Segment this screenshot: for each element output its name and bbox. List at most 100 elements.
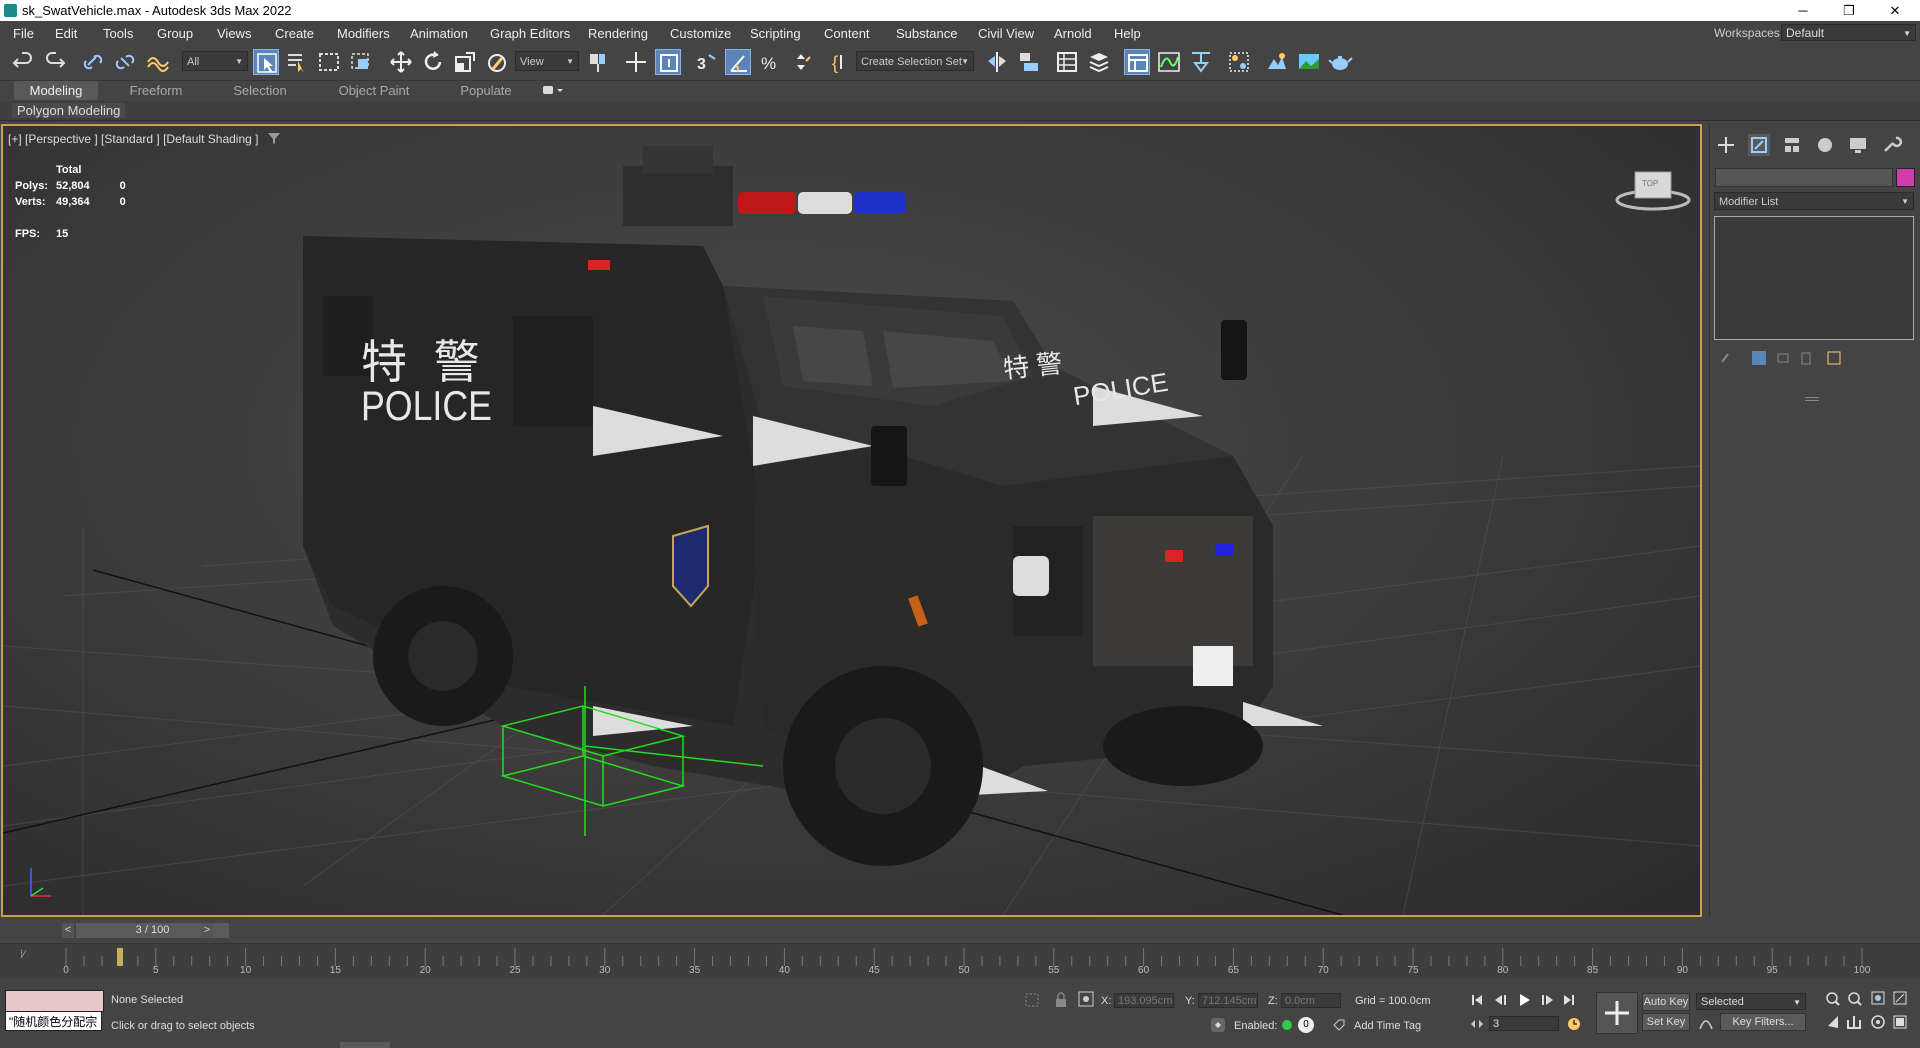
redo-button[interactable] — [42, 49, 68, 75]
default-tangent-button[interactable] — [1698, 1015, 1714, 1031]
time-config-button[interactable] — [1566, 1016, 1582, 1032]
menu-arnold[interactable]: Arnold — [1054, 26, 1092, 41]
link-button[interactable] — [80, 49, 106, 75]
selection-lock-button[interactable] — [1054, 992, 1068, 1008]
mirror-button[interactable] — [984, 49, 1010, 75]
track-bar[interactable]: ⁞∕ 0 5 10 15 20 25 30 35 40 45 50 55 60 65 70 75 80 85 90 9… — [0, 943, 1920, 979]
scene-explorer-button[interactable] — [1054, 49, 1080, 75]
menu-scripting[interactable]: Scripting — [750, 26, 801, 41]
rect-selection-button[interactable] — [316, 49, 342, 75]
close-button[interactable]: ✕ — [1872, 0, 1918, 21]
viewcube[interactable]: TOP — [1613, 164, 1693, 214]
object-name-field[interactable] — [1715, 168, 1893, 187]
key-mode-toggle[interactable] — [1470, 1017, 1484, 1031]
select-manipulate-button[interactable] — [623, 49, 649, 75]
time-tag-toggle[interactable] — [1210, 1017, 1226, 1033]
tab-modeling[interactable]: Modeling — [14, 81, 98, 100]
tab-selection[interactable]: Selection — [220, 81, 300, 100]
perspective-viewport[interactable]: [+] [Perspective ] [Standard ] [Default … — [1, 124, 1702, 917]
toggle-ribbon-button[interactable] — [1124, 49, 1150, 75]
menu-animation[interactable]: Animation — [410, 26, 468, 41]
z-coord-field[interactable]: 0.0cm — [1281, 993, 1341, 1008]
menu-create[interactable]: Create — [275, 26, 314, 41]
minimize-button[interactable]: ─ — [1780, 0, 1826, 21]
undo-button[interactable] — [10, 49, 36, 75]
modify-panel-tab[interactable] — [1748, 134, 1770, 156]
scale-button[interactable] — [452, 49, 478, 75]
status-scrollbar[interactable] — [340, 1042, 390, 1048]
menu-substance[interactable]: Substance — [896, 26, 957, 41]
render-production-button[interactable] — [1328, 49, 1354, 75]
utilities-panel-tab[interactable] — [1880, 134, 1903, 156]
angle-snap-button[interactable] — [725, 49, 751, 75]
key-mode-dropdown[interactable]: Selected ▼ — [1696, 993, 1806, 1010]
absolute-mode-button[interactable] — [1078, 991, 1094, 1007]
rendered-frame-window-button[interactable] — [1296, 49, 1322, 75]
menu-views[interactable]: Views — [217, 26, 251, 41]
material-editor-button[interactable] — [1226, 49, 1252, 75]
spinner-snap-button[interactable] — [789, 49, 815, 75]
snaps-toggle-button[interactable]: 3 — [693, 49, 719, 75]
hierarchy-panel-tab[interactable] — [1781, 134, 1803, 156]
keyboard-shortcut-button[interactable] — [655, 49, 681, 75]
maxscript-mini-listener[interactable]: "随机颜色分配宗 — [5, 1011, 102, 1031]
restore-button[interactable]: ❐ — [1826, 0, 1872, 21]
set-keys-button[interactable] — [1596, 992, 1638, 1034]
polygon-modeling-label[interactable]: Polygon Modeling — [12, 103, 126, 118]
bind-spacewarp-button[interactable] — [144, 49, 170, 75]
enabled-indicator[interactable] — [1282, 1020, 1292, 1030]
menu-tools[interactable]: Tools — [103, 26, 133, 41]
create-panel-tab[interactable] — [1715, 134, 1737, 156]
rotate-button[interactable] — [420, 49, 446, 75]
motion-panel-tab[interactable] — [1814, 134, 1836, 156]
menu-edit[interactable]: Edit — [55, 26, 77, 41]
enabled-count-badge[interactable]: 0 — [1298, 1017, 1314, 1033]
selection-filter-dropdown[interactable]: All ▼ — [182, 51, 248, 71]
prev-frame-button[interactable]: < — [62, 923, 74, 938]
display-panel-tab[interactable] — [1847, 134, 1869, 156]
percent-snap-button[interactable]: % — [757, 49, 783, 75]
x-coord-field[interactable]: 193.095cm — [1114, 993, 1174, 1008]
move-button[interactable] — [388, 49, 414, 75]
current-frame-spinner[interactable]: 3 — [1489, 1016, 1559, 1031]
placement-button[interactable] — [484, 49, 510, 75]
viewport-label-menu[interactable]: [+] [Perspective ] [Standard ] [Default … — [8, 132, 280, 146]
window-crossing-button[interactable] — [348, 49, 374, 75]
maxscript-listener-pink[interactable] — [5, 990, 104, 1012]
named-selection-dropdown[interactable]: Create Selection Set ▼ — [856, 51, 974, 71]
reference-coord-dropdown[interactable]: View ▼ — [515, 51, 579, 71]
add-time-tag-button[interactable]: Add Time Tag — [1354, 1020, 1421, 1032]
select-object-button[interactable] — [253, 49, 279, 75]
select-by-name-button[interactable] — [284, 49, 310, 75]
menu-modifiers[interactable]: Modifiers — [337, 26, 390, 41]
y-coord-field[interactable]: 712.145cm — [1198, 993, 1258, 1008]
unlink-button[interactable] — [112, 49, 138, 75]
next-frame-button[interactable]: > — [201, 923, 213, 938]
menu-content[interactable]: Content — [824, 26, 870, 41]
schematic-view-button[interactable] — [1188, 49, 1214, 75]
render-setup-button[interactable] — [1264, 49, 1290, 75]
menu-graph-editors[interactable]: Graph Editors — [490, 26, 570, 41]
isolate-selection-button[interactable] — [1024, 992, 1040, 1008]
ribbon-options-button[interactable] — [542, 84, 564, 97]
tab-object-paint[interactable]: Object Paint — [326, 81, 422, 100]
modifier-list-dropdown[interactable]: Modifier List ▼ — [1714, 192, 1914, 210]
tab-freeform[interactable]: Freeform — [116, 81, 196, 100]
menu-file[interactable]: File — [13, 26, 34, 41]
auto-key-button[interactable]: Auto Key — [1642, 993, 1690, 1011]
modifier-stack[interactable] — [1714, 216, 1914, 340]
workspaces-dropdown[interactable]: Default ▼ — [1781, 24, 1916, 41]
set-key-button[interactable]: Set Key — [1642, 1013, 1690, 1031]
layer-explorer-button[interactable] — [1086, 49, 1112, 75]
menu-civil-view[interactable]: Civil View — [978, 26, 1034, 41]
menu-customize[interactable]: Customize — [670, 26, 731, 41]
menu-rendering[interactable]: Rendering — [588, 26, 648, 41]
object-color-swatch[interactable] — [1896, 168, 1915, 187]
tab-populate[interactable]: Populate — [446, 81, 526, 100]
align-button[interactable] — [1016, 49, 1042, 75]
key-filters-button[interactable]: Key Filters... — [1720, 1013, 1806, 1031]
panel-resize-handle[interactable] — [1805, 397, 1819, 401]
menu-help[interactable]: Help — [1114, 26, 1141, 41]
curve-editor-button[interactable] — [1156, 49, 1182, 75]
menu-group[interactable]: Group — [157, 26, 193, 41]
